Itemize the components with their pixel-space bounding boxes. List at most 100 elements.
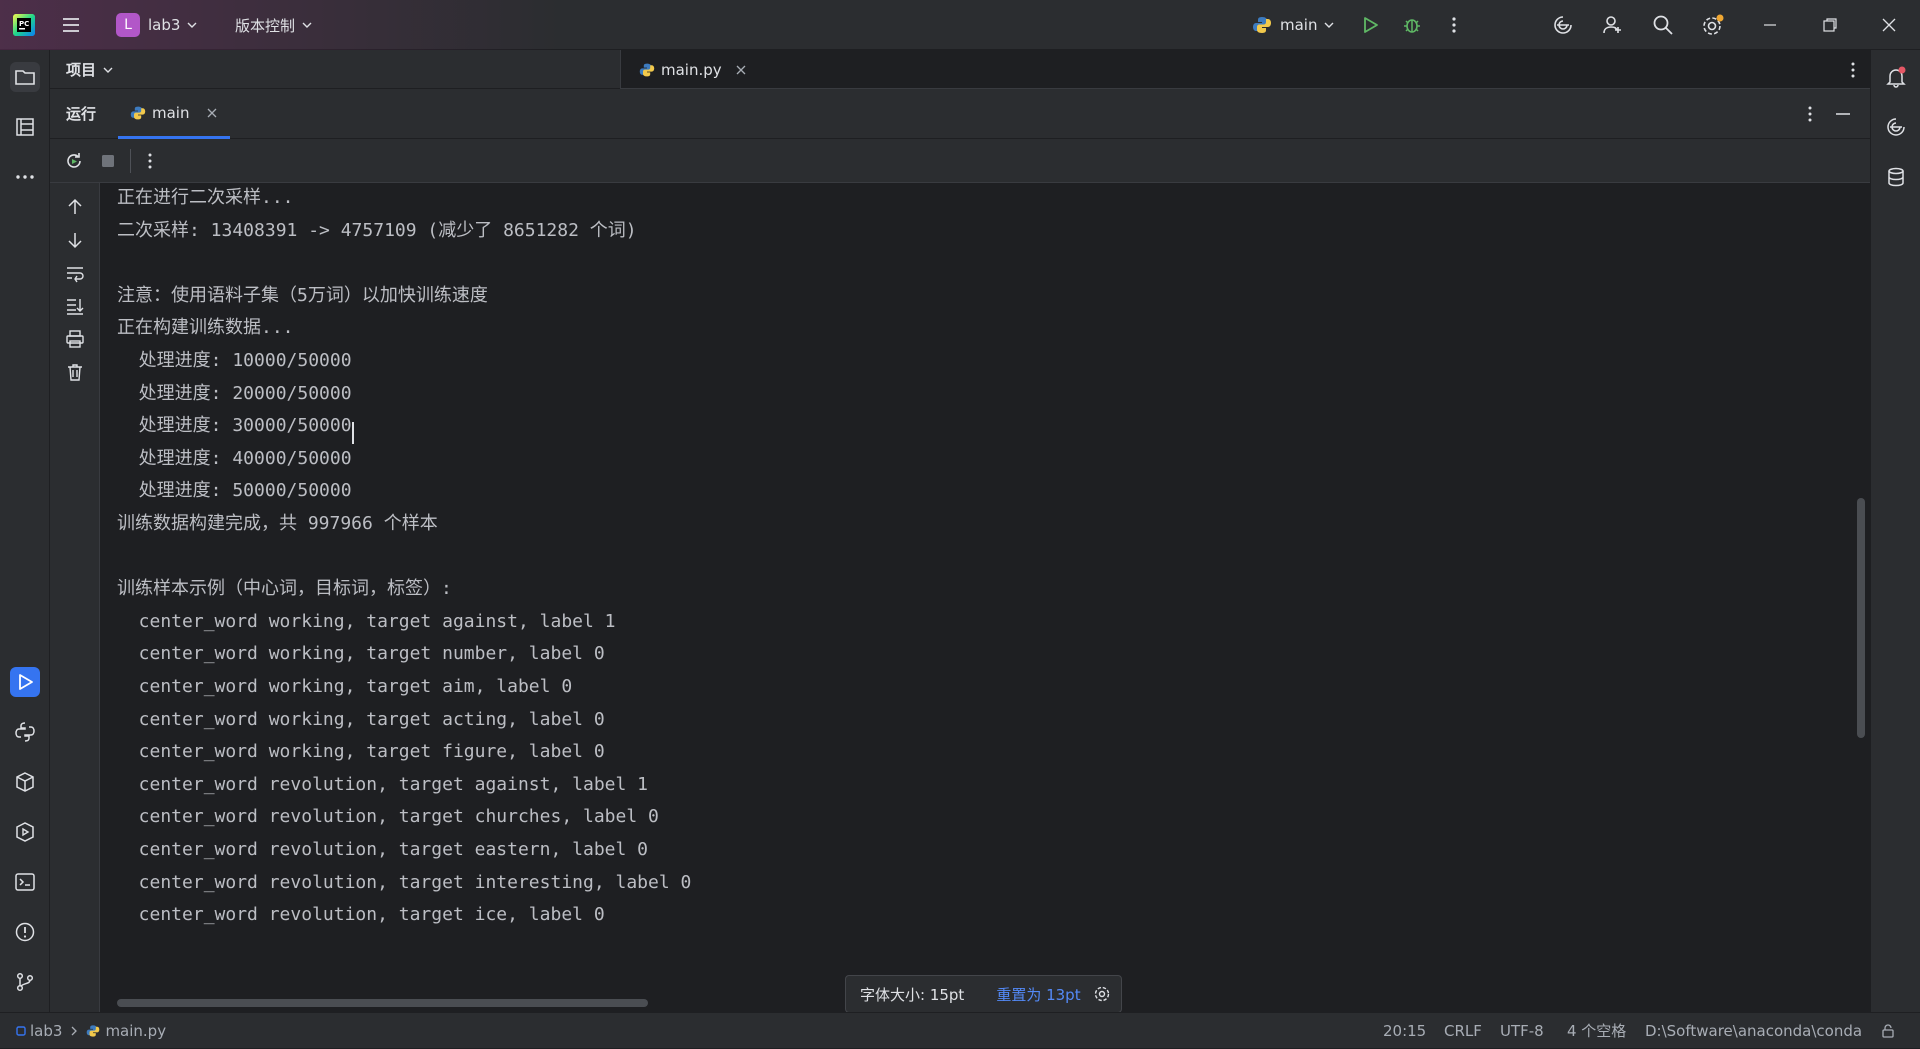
console-line: 正在构建训练数据... xyxy=(117,317,294,339)
soft-wrap-icon[interactable] xyxy=(65,263,85,283)
chevron-down-icon xyxy=(1323,19,1335,31)
ai-assistant-icon[interactable] xyxy=(1552,0,1574,50)
console-line: 训练样本示例（中心词，目标词，标签）: xyxy=(117,578,452,600)
services-icon[interactable] xyxy=(10,817,40,847)
console-line: center_word working, target number, labe… xyxy=(117,643,605,665)
console-line: 正在进行二次采样... xyxy=(117,187,294,208)
vertical-scrollbar-thumb[interactable] xyxy=(1857,498,1865,738)
editor-more-icon[interactable] xyxy=(1843,60,1863,80)
run-tool-window-icon[interactable] xyxy=(10,667,40,697)
run-toolbar xyxy=(50,139,1870,183)
breadcrumb: lab3 main.py xyxy=(16,1013,166,1049)
more-actions-icon[interactable] xyxy=(1444,0,1464,50)
console-line: center_word revolution, target interesti… xyxy=(117,871,692,893)
vcs-menu[interactable]: 版本控制 xyxy=(235,0,313,50)
print-icon[interactable] xyxy=(65,329,85,349)
editor-tab-label: main.py xyxy=(661,60,722,79)
console-line: center_word revolution, target churches,… xyxy=(117,806,659,828)
chevron-down-icon xyxy=(186,19,198,31)
vcs-label: 版本控制 xyxy=(235,16,296,35)
notifications-icon[interactable] xyxy=(1881,62,1911,92)
run-panel-title: 运行 xyxy=(66,105,97,123)
python-icon xyxy=(130,105,146,121)
breadcrumb-project[interactable]: lab3 xyxy=(30,1013,62,1049)
console-line: 处理进度: 20000/50000 xyxy=(117,382,352,404)
project-panel-title: 项目 xyxy=(66,61,97,79)
editor-tab-main-py[interactable]: main.py xyxy=(639,50,746,89)
console-line: 处理进度: 10000/50000 xyxy=(117,350,352,371)
console-side-toolbar xyxy=(50,183,100,1012)
font-size-label: 字体大小: 15pt xyxy=(860,985,965,1004)
text-caret xyxy=(352,422,354,444)
rerun-icon[interactable] xyxy=(64,151,84,171)
terminal-icon[interactable] xyxy=(10,867,40,897)
file-encoding[interactable]: UTF-8 xyxy=(1500,1013,1544,1049)
read-only-lock-icon[interactable] xyxy=(1880,1013,1896,1049)
python-packages-icon[interactable] xyxy=(10,767,40,797)
project-folder-icon[interactable] xyxy=(10,62,40,92)
indent-setting[interactable]: 4 个空格 xyxy=(1567,1013,1626,1049)
breadcrumb-file[interactable]: main.py xyxy=(105,1013,166,1049)
left-tool-window-bar xyxy=(0,50,50,1012)
settings-gear-icon[interactable] xyxy=(1701,0,1725,50)
python-console-icon[interactable] xyxy=(10,717,40,747)
console-line: 处理进度: 50000/50000 xyxy=(117,480,352,502)
run-config-selector[interactable]: main xyxy=(1252,0,1335,50)
clear-all-trash-icon[interactable] xyxy=(65,362,85,382)
restore-icon[interactable] xyxy=(1822,0,1838,50)
module-square-icon xyxy=(16,1026,26,1036)
editor-tab-bar: main.py xyxy=(620,50,1870,89)
status-bar: lab3 main.py 20:15 CRLF UTF-8 4 个空格 D:\S… xyxy=(0,1012,1920,1048)
toolbar-separator xyxy=(130,149,131,173)
reset-font-size-link[interactable]: 重置为 13pt xyxy=(996,984,1080,1005)
project-panel-header: 项目 xyxy=(50,50,620,89)
minimize-icon[interactable] xyxy=(1762,0,1778,50)
hide-panel-icon[interactable] xyxy=(1833,104,1853,124)
debug-icon[interactable] xyxy=(1402,0,1422,50)
title-bar: PC L lab3 版本控制 main xyxy=(0,0,1920,50)
scroll-down-icon[interactable] xyxy=(65,230,85,250)
scroll-up-icon[interactable] xyxy=(65,197,85,217)
main-menu-icon[interactable] xyxy=(60,0,82,50)
structure-icon[interactable] xyxy=(10,112,40,142)
close-tab-icon[interactable] xyxy=(207,108,217,118)
run-icon[interactable] xyxy=(1360,0,1380,50)
run-tab-main[interactable]: main xyxy=(118,89,230,139)
close-tab-icon[interactable] xyxy=(736,65,746,75)
more-run-actions-icon[interactable] xyxy=(140,151,160,171)
chevron-right-icon xyxy=(70,1026,78,1036)
git-icon[interactable] xyxy=(10,967,40,997)
caret-position[interactable]: 20:15 xyxy=(1383,1013,1426,1049)
run-panel-header: 运行 main xyxy=(50,89,1870,139)
console-line: center_word revolution, target eastern, … xyxy=(117,839,649,860)
run-panel-options-icon[interactable] xyxy=(1800,104,1820,124)
console-line: center_word revolution, target against, … xyxy=(117,773,649,795)
console-output[interactable]: 正在进行二次采样... 二次采样: 13408391 -> 4757109 (减少… xyxy=(100,183,1870,1012)
chevron-down-icon xyxy=(102,64,114,76)
search-icon[interactable] xyxy=(1652,0,1674,50)
python-interpreter[interactable]: D:\Software\anaconda\conda xyxy=(1645,1013,1862,1049)
font-settings-gear-icon[interactable] xyxy=(1093,985,1111,1003)
ai-chat-icon[interactable] xyxy=(1881,112,1911,142)
close-window-icon[interactable] xyxy=(1881,0,1897,50)
python-icon xyxy=(1252,15,1272,35)
python-file-icon xyxy=(639,62,655,78)
scroll-to-end-icon[interactable] xyxy=(65,296,85,316)
more-tools-icon[interactable] xyxy=(10,162,40,192)
console-line: center_word working, target aim, label 0 xyxy=(117,676,573,697)
code-with-me-icon[interactable] xyxy=(1602,0,1624,50)
console-line: 二次采样: 13408391 -> 4757109 (减少了 8651282 个… xyxy=(117,219,637,241)
project-switcher[interactable]: L lab3 xyxy=(116,0,198,50)
stop-icon[interactable] xyxy=(100,153,116,169)
project-view-selector[interactable]: 项目 xyxy=(66,50,114,89)
console-line: 处理进度: 30000/50000 xyxy=(117,415,352,437)
line-separator[interactable]: CRLF xyxy=(1444,1013,1482,1049)
python-file-icon xyxy=(86,1024,100,1038)
run-config-label: main xyxy=(1280,16,1318,34)
horizontal-scrollbar-thumb[interactable] xyxy=(117,999,648,1007)
console-line: center_word working, target against, lab… xyxy=(117,610,616,632)
right-tool-window-bar xyxy=(1870,50,1920,1012)
database-icon[interactable] xyxy=(1881,162,1911,192)
console-line: 注意：使用语料子集（5万词）以加快训练速度 xyxy=(117,284,488,306)
problems-icon[interactable] xyxy=(10,917,40,947)
